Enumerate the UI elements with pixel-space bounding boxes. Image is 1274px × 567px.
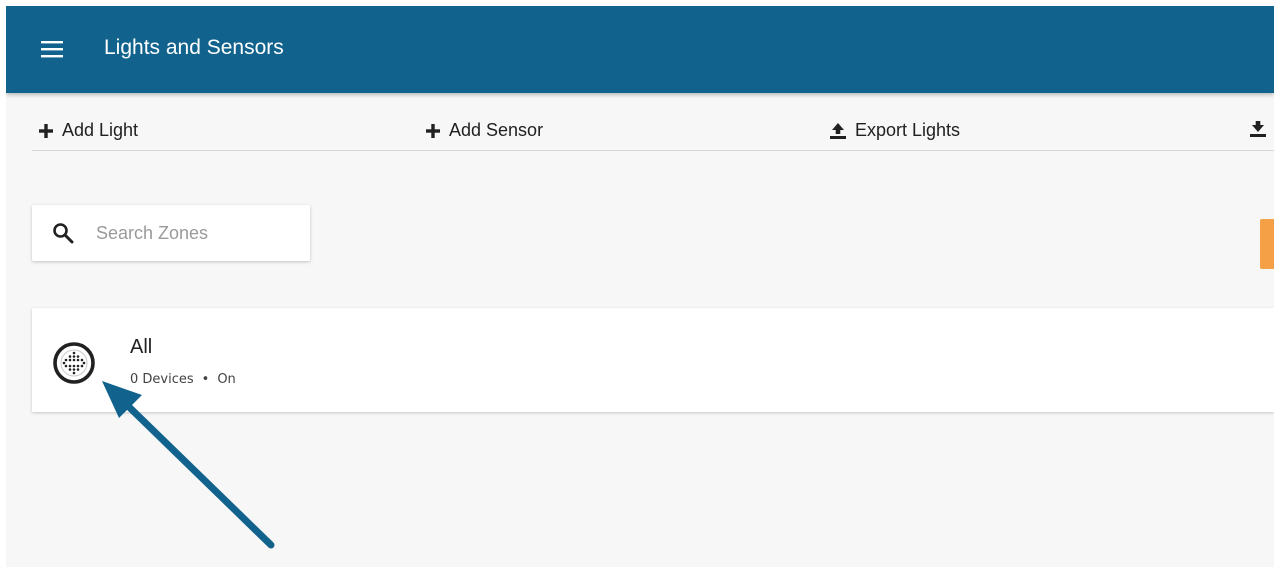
zone-status: On — [217, 372, 236, 387]
page-title: Lights and Sensors — [104, 36, 284, 59]
export-lights-label: Export Lights — [855, 120, 961, 140]
download-icon — [1249, 120, 1267, 138]
add-sensor-button[interactable]: Add Sensor — [425, 120, 543, 141]
upload-icon — [829, 122, 847, 140]
search-icon — [52, 222, 74, 244]
import-lights-button[interactable] — [1249, 120, 1267, 138]
plus-icon — [38, 123, 54, 139]
add-light-label: Add Light — [62, 120, 139, 140]
meta-separator: • — [201, 372, 210, 387]
zone-device-count: 0 Devices — [130, 372, 194, 387]
menu-icon[interactable] — [40, 37, 66, 61]
zone-name: All — [130, 336, 153, 358]
export-lights-button[interactable]: Export Lights — [829, 120, 960, 141]
zone-meta: 0 Devices • On — [130, 372, 236, 387]
search-zones-box — [32, 205, 310, 261]
page-background: Lights and Sensors Add Light Add Sensor — [6, 6, 1274, 567]
zone-card-all[interactable]: All 0 Devices • On — [32, 308, 1274, 412]
toolbar: Add Light Add Sensor Export Lights — [32, 118, 1274, 151]
orange-action-tab[interactable] — [1260, 219, 1274, 269]
plus-icon — [425, 123, 441, 139]
zone-grid-icon — [52, 341, 96, 385]
search-input[interactable] — [94, 221, 298, 245]
add-light-button[interactable]: Add Light — [38, 120, 138, 141]
app-bar: Lights and Sensors — [6, 6, 1274, 93]
add-sensor-label: Add Sensor — [449, 120, 544, 140]
